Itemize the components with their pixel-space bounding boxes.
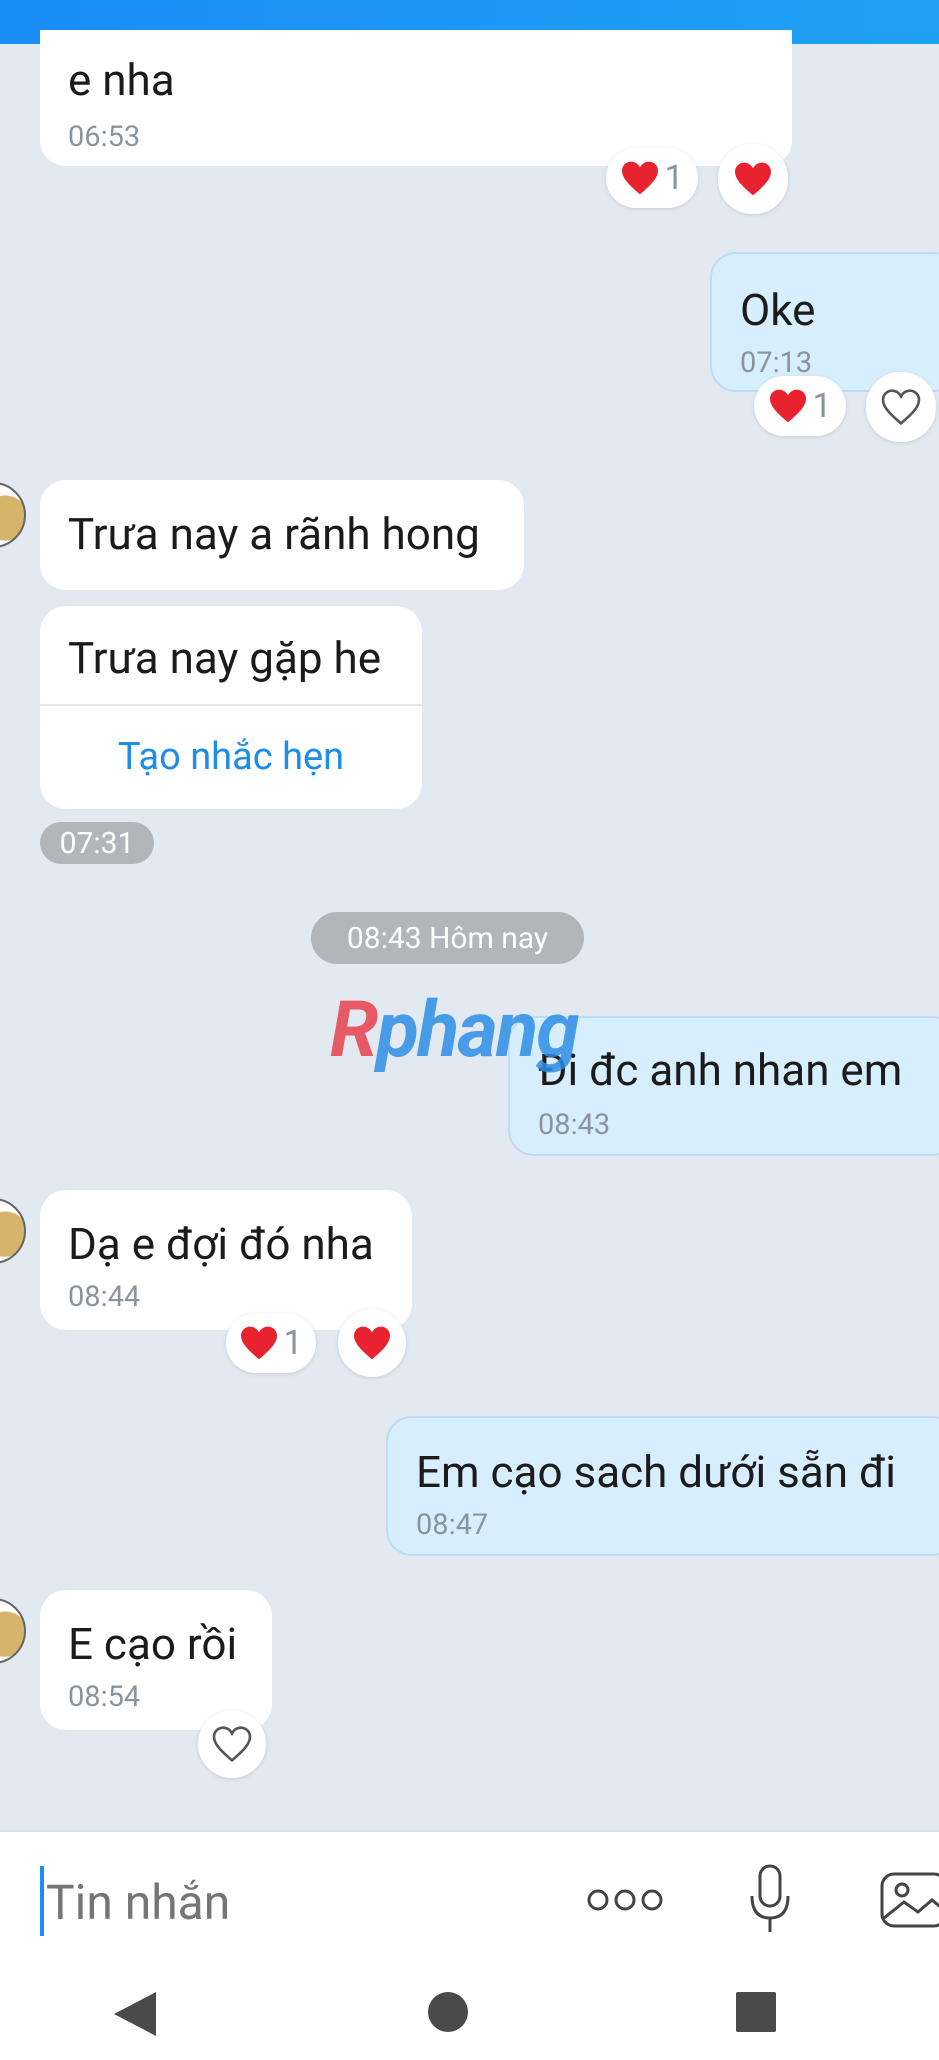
message-bubble-received[interactable]: Dạ e đợi đó nha 08:44 [40,1190,412,1330]
message-input[interactable] [44,1866,528,1938]
heart-outline-icon [212,1726,252,1762]
heart-icon [735,162,771,196]
heart-icon [241,1326,278,1360]
reaction-summary[interactable]: 1 [606,148,698,208]
reaction-summary[interactable]: 1 [226,1313,316,1373]
react-button[interactable] [198,1710,266,1778]
message-text: Đi đc anh nhan em [538,1044,903,1096]
image-gallery-icon[interactable] [876,1868,939,1930]
avatar[interactable] [0,1198,26,1264]
date-separator: 08:43 Hôm nay [311,912,584,964]
reaction-summary[interactable]: 1 [754,376,846,436]
back-icon[interactable] [110,1988,160,2040]
message-time: 08:47 [416,1508,489,1542]
message-time: 08:43 [538,1108,611,1142]
message-bubble-received[interactable]: Trưa nay a rãnh hong [40,480,524,590]
message-text: Oke [740,284,816,336]
message-time-pill: 07:31 [40,822,154,864]
avatar[interactable] [0,482,26,548]
message-text: Trưa nay gặp he [68,632,382,684]
heart-icon [354,1326,390,1360]
reaction-count: 1 [812,386,832,426]
sticker-icon[interactable] [0,1874,16,1930]
react-button[interactable] [718,144,788,214]
message-bubble-sent[interactable]: Em cạo sach dưới sẵn đi 08:47 [386,1416,939,1556]
message-text: e nha [68,54,175,106]
react-button[interactable] [866,372,936,442]
message-bubble-received[interactable]: E cạo rồi 08:54 [40,1590,272,1730]
message-input-bar [0,1830,939,1970]
message-bubble-received[interactable]: e nha 06:53 [40,30,792,166]
reaction-count: 1 [283,1323,303,1363]
recent-apps-icon[interactable] [734,1990,778,2034]
message-time: 08:44 [68,1280,141,1314]
watermark-logo: Rphang [330,985,579,1076]
message-text: E cạo rồi [68,1618,238,1670]
heart-icon [622,161,659,195]
system-navigation-bar [0,1968,939,2060]
create-reminder-button[interactable]: Tạo nhắc hẹn [40,706,422,807]
reaction-count: 1 [664,158,684,198]
home-icon[interactable] [426,1990,470,2034]
message-time: 08:54 [68,1680,141,1714]
message-text: Trưa nay a rãnh hong [68,508,480,560]
message-text: Dạ e đợi đó nha [68,1218,374,1270]
react-button[interactable] [338,1309,406,1377]
message-bubble-sent[interactable]: Oke 07:13 [710,252,939,392]
message-bubble-received[interactable]: Trưa nay gặp he Tạo nhắc hẹn [40,606,422,809]
heart-outline-icon [881,389,921,425]
create-reminder-label: Tạo nhắc hẹn [117,734,345,779]
avatar[interactable] [0,1598,26,1664]
message-text: Em cạo sach dưới sẵn đi [416,1446,896,1498]
microphone-icon[interactable] [746,1862,794,1936]
heart-icon [770,389,807,423]
more-options-icon[interactable] [586,1886,664,1914]
